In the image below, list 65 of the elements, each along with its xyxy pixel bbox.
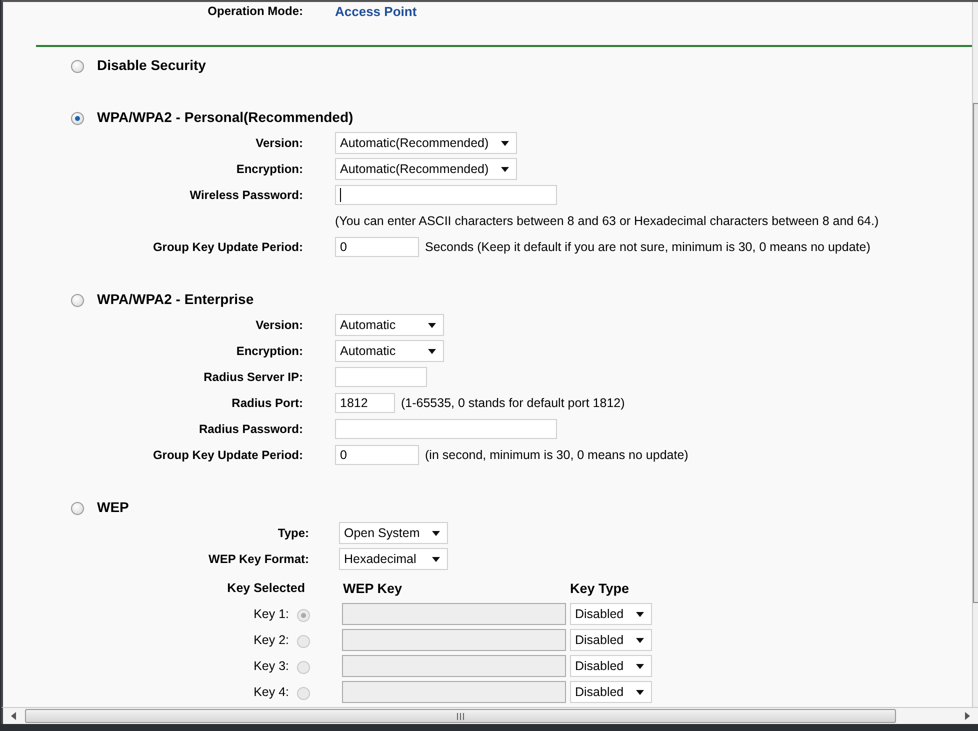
column-header: Key Type: [570, 580, 630, 596]
scroll-right-icon[interactable]: [965, 712, 970, 720]
hint-text: Seconds (Keep it default if you are not sure, minimum is 30, 0 means no update): [425, 240, 870, 254]
field-label: Radius Password:: [198, 422, 303, 436]
text-field[interactable]: 0: [335, 237, 419, 257]
hint-text: (You can enter ASCII characters between 8 and 63 or Hexadecimal characters between 8 and 64.): [335, 214, 879, 228]
text-cursor: [340, 188, 341, 202]
field-label: Encryption:: [235, 344, 303, 358]
caret-icon: [636, 612, 644, 616]
scroll-left-icon[interactable]: [11, 712, 16, 720]
hint-text: (in second, minimum is 30, 0 means no update): [425, 448, 688, 462]
hint-text: (1-65535, 0 stands for default port 1812): [401, 396, 625, 410]
text-field[interactable]: 0: [335, 445, 419, 465]
dropdown[interactable]: Automatic(Recommended): [335, 158, 517, 180]
column-header: Key Selected: [226, 581, 305, 595]
grip-icon: [457, 712, 464, 720]
field-label: Encryption:: [235, 162, 303, 176]
key-label: Key 2:: [252, 633, 289, 647]
text-field[interactable]: [335, 367, 427, 387]
caret-icon: [432, 530, 440, 536]
radio-button[interactable]: [71, 502, 84, 515]
dropdown[interactable]: Automatic: [335, 340, 444, 362]
key-field[interactable]: [342, 655, 566, 677]
caret-icon: [636, 638, 644, 642]
column-header: WEP Key: [343, 580, 404, 596]
caret-icon: [636, 690, 644, 694]
radio-button[interactable]: [71, 112, 84, 125]
dropdown[interactable]: Automatic: [335, 314, 444, 336]
vertical-scrollbar[interactable]: [972, 2, 978, 707]
radio-button[interactable]: [71, 294, 84, 307]
caret-icon: [428, 348, 436, 354]
section-title: Disable Security: [97, 57, 206, 73]
caret-icon: [432, 556, 440, 562]
caret-icon: [500, 166, 509, 172]
key-label: Key 3:: [252, 659, 289, 673]
section-title: WEP: [97, 499, 129, 515]
key-field[interactable]: [342, 629, 566, 651]
section-title: WPA/WPA2 - Personal(Recommended): [97, 109, 354, 125]
field-label: Wireless Password:: [188, 188, 303, 202]
caret-icon: [500, 140, 509, 146]
radio-button[interactable]: [71, 60, 84, 73]
field-label: Type:: [276, 526, 309, 540]
dropdown[interactable]: Automatic(Recommended): [335, 132, 517, 154]
key-label: Key 4:: [252, 685, 289, 699]
text-field[interactable]: [335, 419, 557, 439]
field-label: Version:: [254, 318, 303, 332]
key-label: Key 1:: [252, 607, 289, 621]
caret-icon: [428, 322, 436, 328]
operation-mode-label: Operation Mode:: [206, 4, 303, 18]
horizontal-scrollbar[interactable]: [1, 707, 978, 724]
text-field[interactable]: [335, 185, 557, 205]
key-field[interactable]: [342, 603, 566, 625]
field-label: Group Key Update Period:: [152, 240, 303, 254]
field-label: Group Key Update Period:: [152, 448, 303, 462]
field-label: WEP Key Format:: [208, 552, 309, 566]
key-field[interactable]: [342, 681, 566, 703]
field-label: Radius Port:: [230, 396, 303, 410]
caret-icon: [636, 664, 644, 668]
field-label: Version:: [254, 136, 303, 150]
field-label: Radius Server IP:: [202, 370, 303, 384]
text-field[interactable]: 1812: [335, 393, 395, 413]
operation-mode-value: Access Point: [335, 4, 417, 18]
dropdown[interactable]: Open System: [339, 522, 448, 544]
dropdown[interactable]: Hexadecimal: [339, 548, 448, 570]
section-title: WPA/WPA2 - Enterprise: [97, 291, 254, 307]
